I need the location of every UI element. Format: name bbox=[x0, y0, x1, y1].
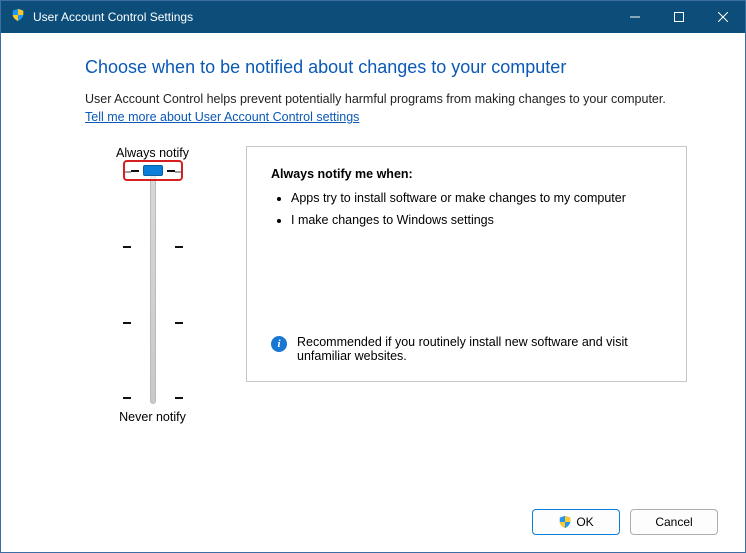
notification-slider[interactable] bbox=[85, 168, 220, 404]
page-description: User Account Control helps prevent poten… bbox=[85, 92, 687, 106]
info-bullet: Apps try to install software or make cha… bbox=[291, 191, 662, 205]
slider-bottom-label: Never notify bbox=[85, 410, 220, 424]
close-button[interactable] bbox=[701, 1, 745, 33]
info-bullet: I make changes to Windows settings bbox=[291, 213, 662, 227]
slider-top-label: Always notify bbox=[85, 146, 220, 160]
learn-more-link[interactable]: Tell me more about User Account Control … bbox=[85, 110, 359, 124]
maximize-button[interactable] bbox=[657, 1, 701, 33]
ok-button[interactable]: OK bbox=[532, 509, 620, 535]
minimize-button[interactable] bbox=[613, 1, 657, 33]
cancel-button[interactable]: Cancel bbox=[630, 509, 718, 535]
notification-info-panel: Always notify me when: Apps try to insta… bbox=[246, 146, 687, 382]
shield-icon bbox=[558, 515, 572, 529]
slider-thumb[interactable] bbox=[123, 160, 183, 181]
recommendation-text: Recommended if you routinely install new… bbox=[297, 335, 662, 363]
titlebar: User Account Control Settings bbox=[1, 1, 745, 33]
window-title: User Account Control Settings bbox=[33, 10, 613, 24]
info-icon: i bbox=[271, 336, 287, 352]
page-heading: Choose when to be notified about changes… bbox=[85, 57, 687, 78]
info-title: Always notify me when: bbox=[271, 167, 662, 181]
shield-icon bbox=[11, 8, 25, 27]
